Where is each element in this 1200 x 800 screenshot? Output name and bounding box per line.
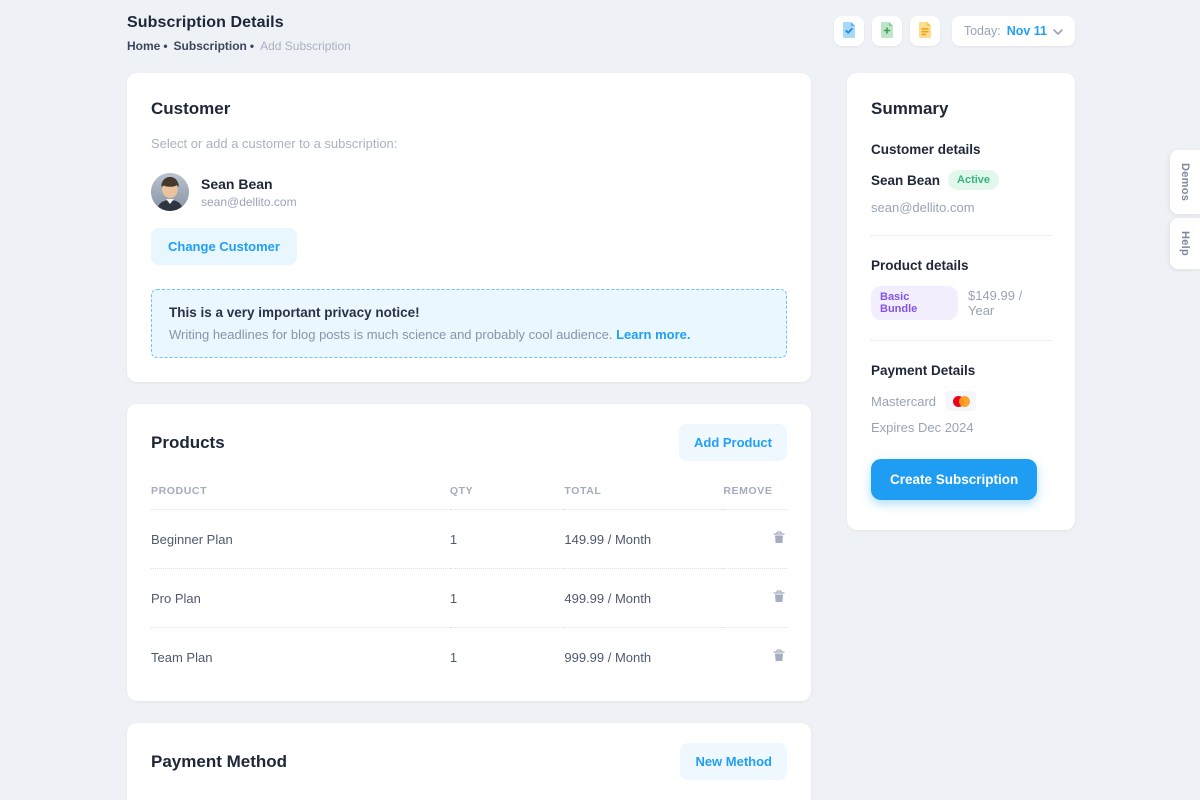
main-column: Customer Select or add a customer to a s… <box>127 73 811 800</box>
doc-add-icon <box>879 21 895 42</box>
product-name: Beginner Plan <box>151 510 450 569</box>
product-total: 999.99 / Month <box>564 628 723 678</box>
tab-demos[interactable]: Demos <box>1170 150 1200 214</box>
summary-payment-section: Payment Details Mastercard Expires Dec 2… <box>871 363 1051 435</box>
product-qty: 1 <box>450 510 564 569</box>
divider <box>871 235 1051 236</box>
breadcrumb-separator: • <box>163 39 167 53</box>
column-header-total: Total <box>564 475 723 510</box>
products-card-title: Products <box>151 433 225 453</box>
summary-payment-expires: Expires Dec 2024 <box>871 420 1051 435</box>
products-card: Products Add Product Product Qty Total R… <box>127 404 811 701</box>
summary-title: Summary <box>871 99 1051 119</box>
page-container: Subscription Details Home • Subscription… <box>127 0 1075 800</box>
mastercard-logo <box>946 391 976 411</box>
table-row: Pro Plan 1 499.99 / Month <box>151 569 787 628</box>
date-picker-button[interactable]: Today: Nov 11 <box>952 16 1075 46</box>
doc-add-button[interactable] <box>872 16 902 46</box>
doc-check-button[interactable] <box>834 16 864 46</box>
customer-row: Sean Bean sean@dellito.com <box>151 173 787 211</box>
customer-card: Customer Select or add a customer to a s… <box>127 73 811 382</box>
products-table: Product Qty Total Remove Beginner Plan 1… <box>151 475 787 677</box>
product-total: 499.99 / Month <box>564 569 723 628</box>
new-method-button[interactable]: New Method <box>680 743 787 780</box>
summary-payment-brand: Mastercard <box>871 394 936 409</box>
breadcrumb-subscription[interactable]: Subscription <box>174 39 247 53</box>
privacy-notice-body: Writing headlines for blog posts is much… <box>169 327 769 342</box>
payment-method-card: Payment Method New Method − Mastercard P… <box>127 723 811 800</box>
payment-details-title: Payment Details <box>871 363 1051 378</box>
remove-product-button[interactable] <box>771 529 787 549</box>
customer-name: Sean Bean <box>201 176 297 192</box>
remove-product-button[interactable] <box>771 588 787 608</box>
table-row: Team Plan 1 999.99 / Month <box>151 628 787 678</box>
products-table-header-row: Product Qty Total Remove <box>151 475 787 510</box>
customer-details-title: Customer details <box>871 142 1051 157</box>
learn-more-link[interactable]: Learn more. <box>616 327 690 342</box>
breadcrumb-current: Add Subscription <box>260 39 351 53</box>
trash-icon <box>773 650 785 665</box>
page-title: Subscription Details <box>127 14 351 32</box>
breadcrumb-separator: • <box>250 39 254 53</box>
summary-customer-email: sean@dellito.com <box>871 200 1051 215</box>
product-name: Team Plan <box>151 628 450 678</box>
customer-avatar <box>151 173 189 211</box>
payment-card-header: Payment Method New Method <box>151 743 787 780</box>
add-product-button[interactable]: Add Product <box>679 424 787 461</box>
page-header: Subscription Details Home • Subscription… <box>127 14 1075 53</box>
summary-column: Summary Customer details Sean Bean Activ… <box>847 73 1075 530</box>
payment-card-title: Payment Method <box>151 752 287 772</box>
product-qty: 1 <box>450 569 564 628</box>
summary-customer-section: Customer details Sean Bean Active sean@d… <box>871 142 1051 215</box>
privacy-notice: This is a very important privacy notice!… <box>151 289 787 358</box>
tab-help[interactable]: Help <box>1170 218 1200 269</box>
product-name: Pro Plan <box>151 569 450 628</box>
summary-product-price: $149.99 / Year <box>968 288 1051 318</box>
doc-lines-button[interactable] <box>910 16 940 46</box>
customer-card-subtitle: Select or add a customer to a subscripti… <box>151 136 787 151</box>
privacy-notice-text: Writing headlines for blog posts is much… <box>169 327 612 342</box>
customer-email: sean@dellito.com <box>201 195 297 209</box>
product-total: 149.99 / Month <box>564 510 723 569</box>
today-value: Nov 11 <box>1007 24 1047 38</box>
privacy-notice-title: This is a very important privacy notice! <box>169 305 769 320</box>
today-label: Today: <box>964 24 1001 38</box>
product-details-title: Product details <box>871 258 1051 273</box>
header-left: Subscription Details Home • Subscription… <box>127 14 351 53</box>
customer-identity: Sean Bean sean@dellito.com <box>201 176 297 209</box>
summary-product-section: Product details Basic Bundle $149.99 / Y… <box>871 258 1051 320</box>
doc-check-icon <box>841 21 857 42</box>
table-row: Beginner Plan 1 149.99 / Month <box>151 510 787 569</box>
create-subscription-button[interactable]: Create Subscription <box>871 459 1037 500</box>
customer-card-title: Customer <box>151 99 787 119</box>
page-content: Customer Select or add a customer to a s… <box>127 73 1075 800</box>
change-customer-button[interactable]: Change Customer <box>151 228 297 265</box>
column-header-product: Product <box>151 475 450 510</box>
trash-icon <box>773 532 785 547</box>
summary-card: Summary Customer details Sean Bean Activ… <box>847 73 1075 530</box>
column-header-remove: Remove <box>723 475 787 510</box>
doc-lines-icon <box>917 21 933 42</box>
breadcrumb: Home • Subscription • Add Subscription <box>127 39 351 53</box>
summary-customer-name: Sean Bean <box>871 173 940 188</box>
status-badge: Active <box>948 170 999 190</box>
bundle-badge: Basic Bundle <box>871 286 958 320</box>
products-card-header: Products Add Product <box>151 424 787 461</box>
remove-product-button[interactable] <box>771 647 787 667</box>
breadcrumb-home[interactable]: Home <box>127 39 160 53</box>
header-actions: Today: Nov 11 <box>834 16 1075 46</box>
divider <box>871 340 1051 341</box>
column-header-qty: Qty <box>450 475 564 510</box>
trash-icon <box>773 591 785 606</box>
product-qty: 1 <box>450 628 564 678</box>
chevron-down-icon <box>1053 24 1063 38</box>
